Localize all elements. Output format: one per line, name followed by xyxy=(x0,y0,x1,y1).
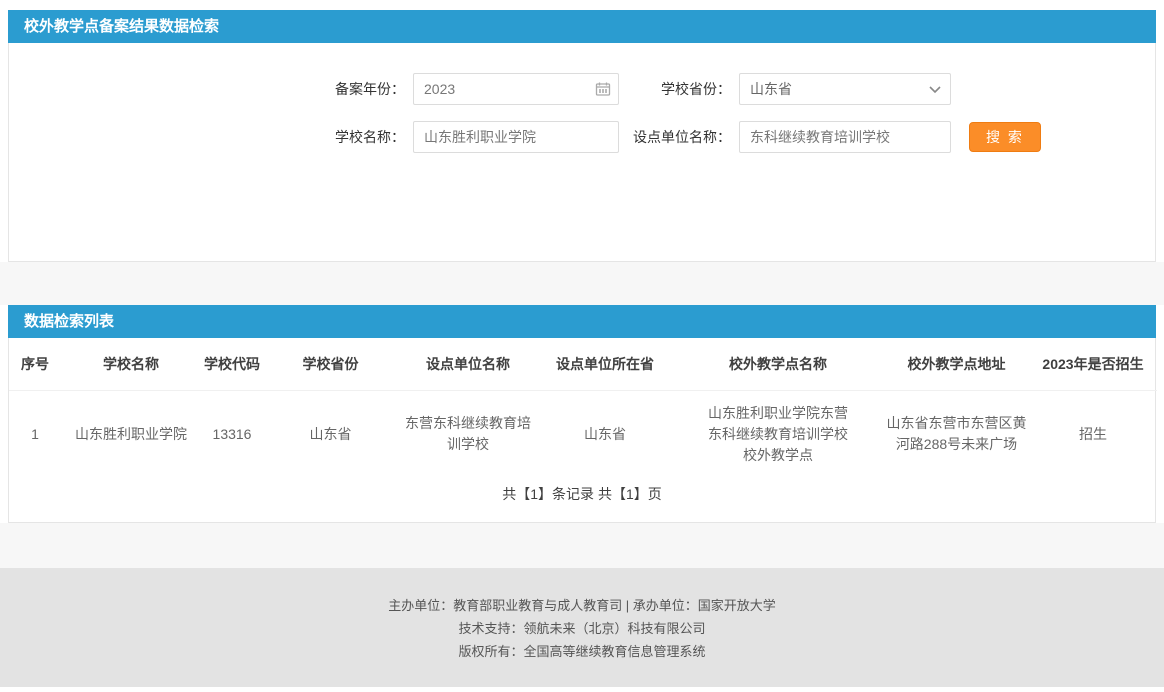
form-row-2: 学校名称： 设点单位名称： 搜 索 xyxy=(9,121,1155,153)
year-field-wrap xyxy=(413,73,619,105)
table-header-row: 序号 学校名称 学校代码 学校省份 设点单位名称 设点单位所在省 校外教学点名称… xyxy=(9,338,1157,390)
col-site-address: 校外教学点地址 xyxy=(884,338,1029,390)
pagination-summary: 共【1】条记录 共【1】页 xyxy=(9,484,1155,504)
cell-enrolling: 招生 xyxy=(1029,390,1157,478)
cell-index: 1 xyxy=(9,390,61,478)
cell-school-name: 山东胜利职业学院 xyxy=(61,390,201,478)
search-panel-title: 校外教学点备案结果数据检索 xyxy=(8,10,1156,43)
footer-tech-support-line: 技术支持：领航未来（北京）科技有限公司 xyxy=(0,617,1164,640)
year-label: 备案年份： xyxy=(309,79,405,99)
unit-name-input[interactable] xyxy=(739,121,951,153)
search-panel: 校外教学点备案结果数据检索 备案年份： 学校省份： 山东省 xyxy=(8,10,1156,262)
col-school-name: 学校名称 xyxy=(61,338,201,390)
cell-school-province: 山东省 xyxy=(263,390,398,478)
col-index: 序号 xyxy=(9,338,61,390)
province-select[interactable]: 山东省 xyxy=(739,73,951,105)
unit-name-label: 设点单位名称： xyxy=(619,127,731,147)
school-name-input[interactable] xyxy=(413,121,619,153)
cell-unit-province: 山东省 xyxy=(538,390,672,478)
col-enrolling: 2023年是否招生 xyxy=(1029,338,1157,390)
year-input[interactable] xyxy=(413,73,619,105)
cell-site-name: 山东胜利职业学院东营东科继续教育培训学校校外教学点 xyxy=(672,390,884,478)
cell-site-address: 山东省东营市东营区黄河路288号未来广场 xyxy=(884,390,1029,478)
col-site-name: 校外教学点名称 xyxy=(672,338,884,390)
section-divider xyxy=(0,262,1164,305)
school-name-label: 学校名称： xyxy=(309,127,405,147)
page-footer: 主办单位：教育部职业教育与成人教育司 | 承办单位：国家开放大学 技术支持：领航… xyxy=(0,568,1164,687)
result-list-panel: 数据检索列表 序号 学校名称 学校代码 学校省份 设点单位名称 设点单位所在省 … xyxy=(8,305,1156,523)
unit-name-field-wrap xyxy=(739,121,951,153)
result-table: 序号 学校名称 学校代码 学校省份 设点单位名称 设点单位所在省 校外教学点名称… xyxy=(9,338,1157,478)
result-panel-title: 数据检索列表 xyxy=(8,305,1156,338)
search-button[interactable]: 搜 索 xyxy=(969,122,1041,152)
col-unit-province: 设点单位所在省 xyxy=(538,338,672,390)
footer-organizer-line: 主办单位：教育部职业教育与成人教育司 | 承办单位：国家开放大学 xyxy=(0,594,1164,617)
col-unit-name: 设点单位名称 xyxy=(398,338,538,390)
section-divider xyxy=(0,523,1164,568)
province-label: 学校省份： xyxy=(619,79,731,99)
table-row: 1 山东胜利职业学院 13316 山东省 东营东科继续教育培训学校 山东省 山东… xyxy=(9,390,1157,478)
form-row-1: 备案年份： 学校省份： 山东省 xyxy=(9,73,1155,105)
cell-school-code: 13316 xyxy=(201,390,263,478)
province-field-wrap: 山东省 xyxy=(739,73,951,105)
cell-unit-name: 东营东科继续教育培训学校 xyxy=(398,390,538,478)
footer-copyright-line: 版权所有：全国高等继续教育信息管理系统 xyxy=(0,640,1164,663)
school-name-field-wrap xyxy=(413,121,619,153)
col-school-code: 学校代码 xyxy=(201,338,263,390)
col-school-province: 学校省份 xyxy=(263,338,398,390)
